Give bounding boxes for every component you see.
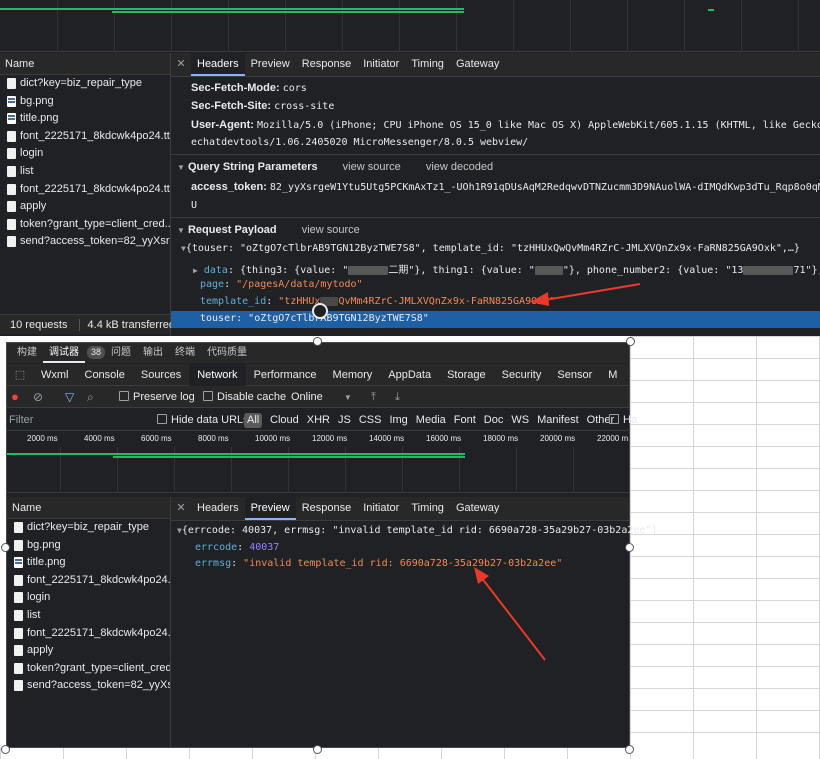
annotation-arrows bbox=[474, 283, 641, 661]
arrow-to-errmsg bbox=[474, 567, 546, 661]
arrow-to-template-id bbox=[530, 283, 641, 306]
